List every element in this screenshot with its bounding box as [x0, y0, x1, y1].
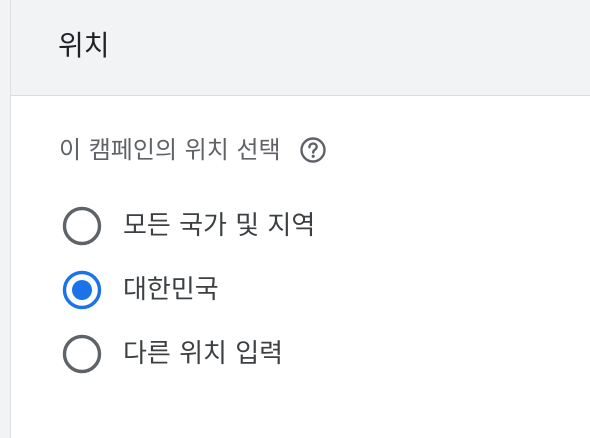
radio-option-enter-another-location[interactable]: 다른 위치 입력	[61, 333, 283, 375]
panel-body: 이 캠페인의 위치 선택 모든 국가 및 지역 대한민국 다른 위치 입력	[11, 97, 590, 438]
panel-header: 위치	[11, 0, 590, 96]
help-circle-icon[interactable]	[299, 136, 327, 164]
help-circle-icon-graphic	[299, 137, 326, 163]
radio-option-south-korea[interactable]: 대한민국	[61, 269, 219, 311]
radio-selected-graphic	[62, 270, 102, 310]
radio-unselected-icon[interactable]	[61, 333, 103, 375]
radio-selected-icon[interactable]	[61, 269, 103, 311]
radio-option-label: 모든 국가 및 지역	[123, 211, 316, 241]
location-panel: 위치 이 캠페인의 위치 선택 모든 국가 및 지역 대한민국 다른 위치 입력	[10, 0, 590, 438]
radio-unselected-graphic	[62, 334, 102, 374]
panel-title: 위치	[58, 29, 110, 62]
radio-unselected-graphic	[62, 206, 102, 246]
radio-option-label: 다른 위치 입력	[123, 339, 284, 369]
radio-option-all-countries[interactable]: 모든 국가 및 지역	[61, 205, 315, 247]
location-question-row: 이 캠페인의 위치 선택	[59, 135, 327, 165]
radio-unselected-icon[interactable]	[61, 205, 103, 247]
left-gutter	[0, 0, 10, 438]
radio-option-label: 대한민국	[123, 275, 219, 305]
location-question-label: 이 캠페인의 위치 선택	[59, 136, 281, 164]
